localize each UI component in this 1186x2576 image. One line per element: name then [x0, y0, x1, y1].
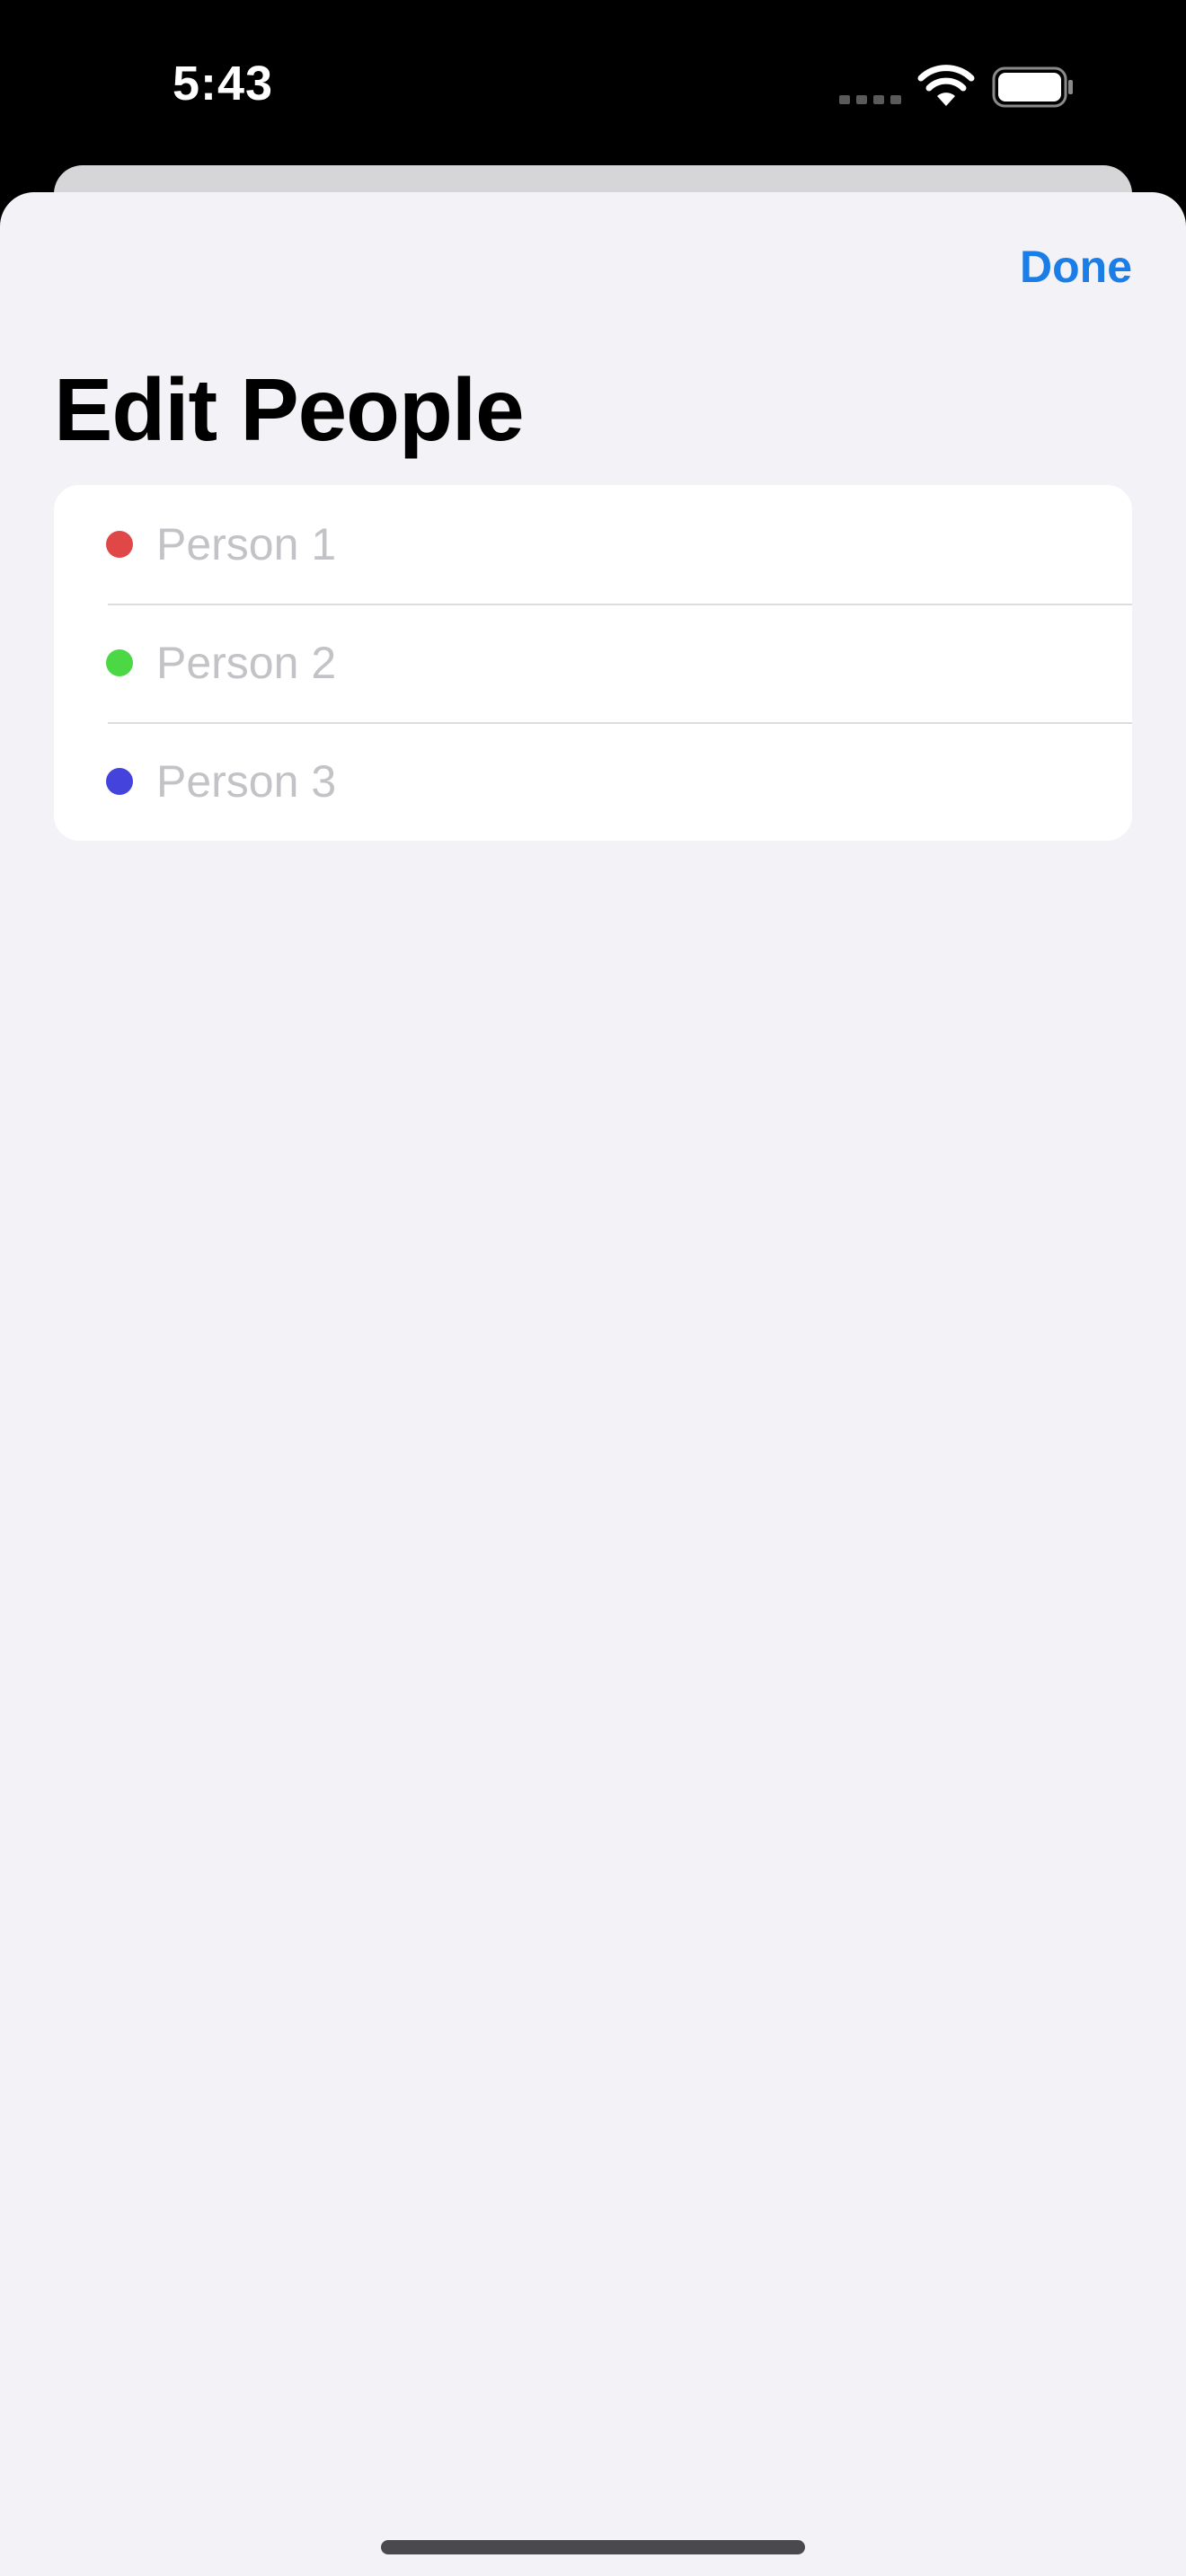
color-dot-icon: [106, 768, 133, 795]
people-list: [54, 485, 1132, 841]
cellular-signal-icon: [839, 95, 901, 104]
color-dot-icon: [106, 649, 133, 676]
status-time: 5:43: [173, 57, 274, 110]
wifi-icon: [917, 65, 975, 106]
person-2-name-field[interactable]: [156, 631, 1091, 695]
battery-icon: [992, 66, 1073, 108]
done-button[interactable]: Done: [1020, 241, 1132, 293]
color-dot-icon: [106, 531, 133, 558]
home-indicator[interactable]: [381, 2540, 805, 2554]
person-1-name-field[interactable]: [156, 512, 1091, 577]
status-bar: 5:43: [0, 0, 1186, 171]
page-title: Edit People: [54, 360, 525, 459]
list-item-person-3: [54, 722, 1132, 841]
list-item-person-2: [54, 604, 1132, 722]
edit-people-sheet: Done Edit People: [0, 192, 1186, 2576]
list-item-person-1: [54, 485, 1132, 604]
person-3-name-field[interactable]: [156, 749, 1091, 814]
